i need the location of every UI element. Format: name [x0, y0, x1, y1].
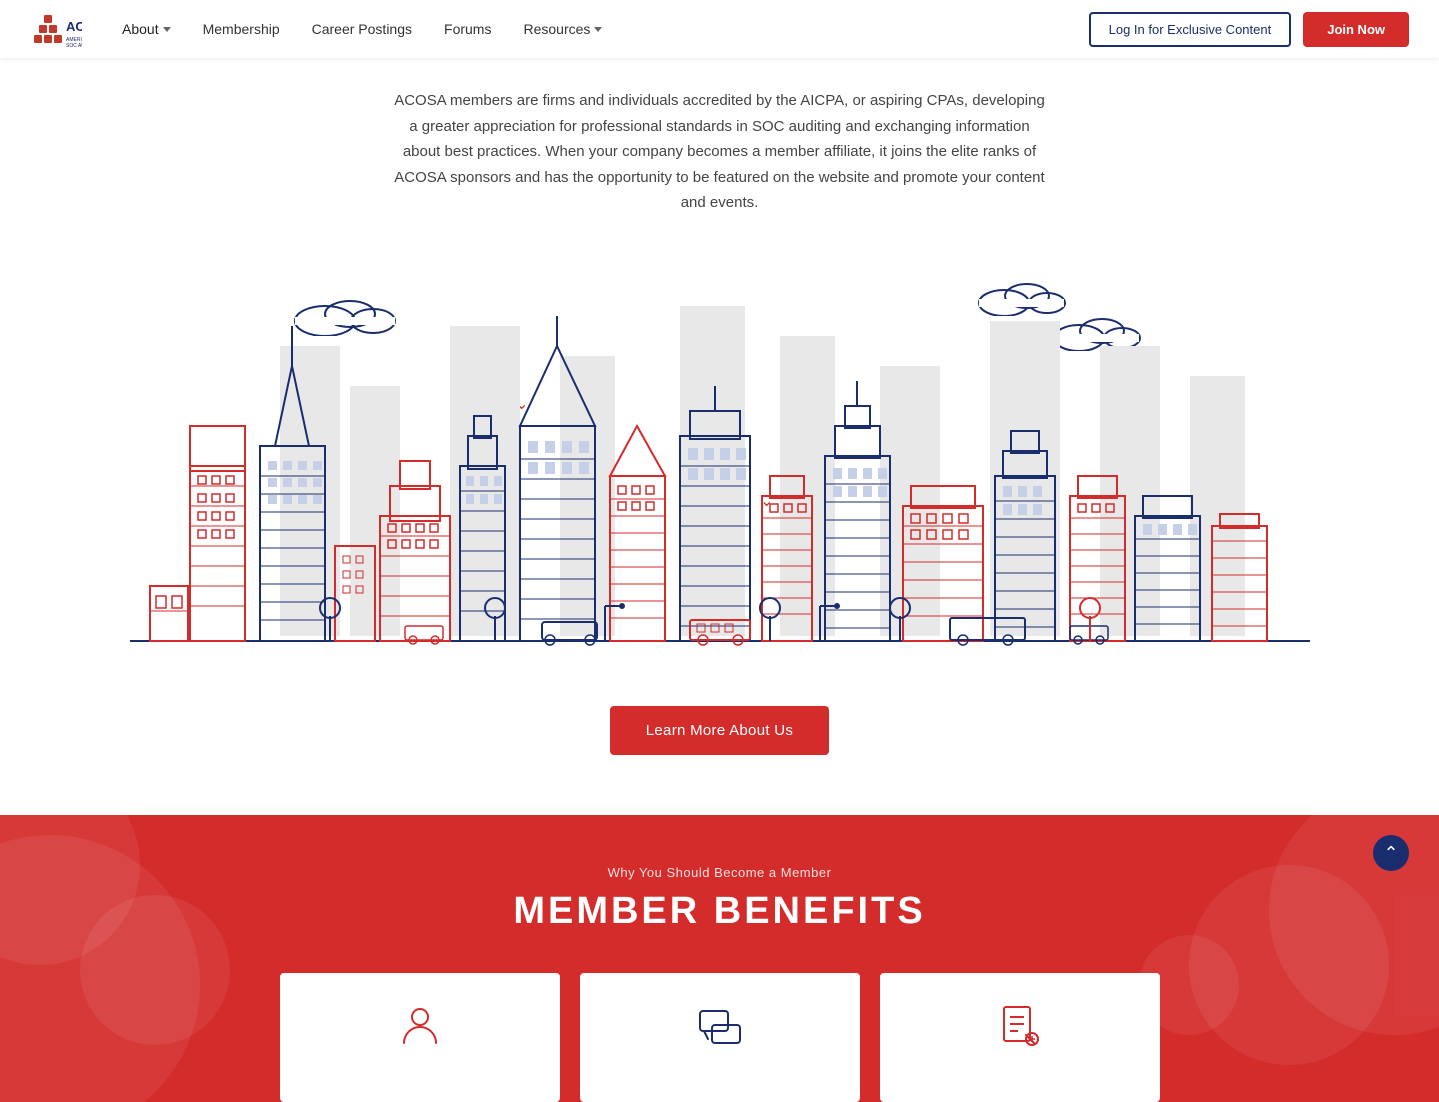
nav-links: About Membership Career Postings Forums … [122, 21, 1089, 37]
about-dropdown-icon [163, 27, 171, 32]
svg-text:ACOSA: ACOSA [66, 19, 82, 34]
scroll-top-button[interactable]: ⌃ [1373, 835, 1409, 871]
benefits-title: MEMBER BENEFITS [0, 890, 1439, 933]
city-illustration: ⌄ ⌄ ⌄ ⌄ ⌄ [0, 226, 1439, 656]
benefits-cards [0, 973, 1439, 1102]
nav-resources[interactable]: Resources [523, 21, 602, 37]
navbar: ACOSA AMERICAN COLLEGE OF SOC AUDITING A… [0, 0, 1439, 58]
logo[interactable]: ACOSA AMERICAN COLLEGE OF SOC AUDITING [30, 5, 82, 53]
svg-text:SOC AUDITING: SOC AUDITING [66, 43, 82, 49]
description-text: ACOSA members are firms and individuals … [390, 88, 1050, 216]
description-section: ACOSA members are firms and individuals … [370, 58, 1070, 216]
cta-section: Learn More About Us [0, 656, 1439, 815]
benefit-card-3 [880, 973, 1160, 1102]
chevron-up-icon: ⌃ [1383, 843, 1398, 864]
login-button[interactable]: Log In for Exclusive Content [1089, 12, 1292, 47]
main-content: ACOSA members are firms and individuals … [0, 0, 1439, 1102]
benefits-section: Why You Should Become a Member MEMBER BE… [0, 815, 1439, 1102]
nav-career-postings[interactable]: Career Postings [312, 21, 412, 37]
benefits-content: Why You Should Become a Member MEMBER BE… [0, 865, 1439, 1102]
benefit-card-2 [580, 973, 860, 1102]
navbar-actions: Log In for Exclusive Content Join Now [1089, 12, 1409, 47]
nav-about[interactable]: About [122, 21, 171, 37]
learn-more-button[interactable]: Learn More About Us [610, 706, 829, 755]
join-button[interactable]: Join Now [1303, 12, 1409, 47]
nav-forums[interactable]: Forums [444, 21, 491, 37]
benefits-subtitle: Why You Should Become a Member [0, 865, 1439, 880]
person-icon [396, 1003, 444, 1056]
chat-icon [696, 1003, 744, 1056]
resources-dropdown-icon [594, 27, 602, 32]
benefit-card-1 [280, 973, 560, 1102]
nav-membership[interactable]: Membership [203, 21, 280, 37]
city-skyline [130, 266, 1310, 656]
document-icon [996, 1003, 1044, 1056]
